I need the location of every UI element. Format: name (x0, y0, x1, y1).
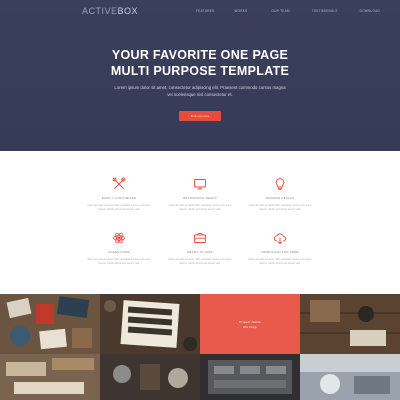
portfolio-tile[interactable] (100, 294, 200, 354)
portfolio-image (0, 294, 100, 354)
briefcase-icon (194, 233, 206, 243)
hero-subtitle: Lorem ipsum dolor sit amet, consectetur … (100, 84, 300, 98)
logo-bold-text: BOX (117, 6, 139, 16)
nav-item-our-team[interactable]: Our Team (271, 9, 289, 13)
portfolio-tile[interactable] (0, 294, 100, 354)
hero-headline: YOUR FAVORITE ONE PAGE MULTI PURPOSE TEM… (0, 47, 400, 79)
feature-title: Easily Customised (101, 196, 137, 200)
portfolio-tile[interactable] (300, 294, 400, 354)
project-category: Web Design (242, 325, 258, 329)
feature-title: Responsive Ready (183, 196, 217, 200)
feature-title: Clean Code (108, 250, 130, 254)
feature-item: Modern Design Duis sed odio sit amet nib… (245, 177, 315, 212)
feature-title: Modern Design (265, 196, 295, 200)
nav-menu: Features Works Our Team Testimonials Dow… (196, 9, 380, 13)
nav-item-features[interactable]: Features (196, 9, 214, 13)
feature-description: Duis sed odio sit amet nibh vulputate cu… (87, 204, 151, 211)
feature-description: Duis sed odio sit amet nibh vulputate cu… (248, 258, 312, 265)
hero-subtitle-line-2: vel scelerisque nisl consectetur et. (167, 92, 233, 97)
portfolio-tile[interactable] (100, 354, 200, 400)
top-navigation: ACTIVEBOX Features Works Our Team Testim… (0, 0, 400, 22)
find-out-more-button[interactable]: Find out more (179, 111, 221, 121)
portfolio-tile[interactable] (200, 354, 300, 400)
feature-title: Ready to Ship (187, 250, 213, 254)
portfolio-image (300, 294, 400, 354)
tools-icon (112, 177, 126, 189)
hero-headline-line-2: MULTI PURPOSE TEMPLATE (110, 64, 290, 78)
portfolio-tile[interactable] (0, 354, 100, 400)
feature-description: Duis sed odio sit amet nibh vulputate cu… (248, 204, 312, 211)
hero-subtitle-line-1: Lorem ipsum dolor sit amet, consectetur … (114, 85, 286, 90)
logo-light-text: ACTIVE (82, 6, 118, 16)
monitor-icon (194, 179, 206, 190)
portfolio-image (200, 354, 300, 400)
nav-item-works[interactable]: Works (234, 9, 247, 13)
feature-item: Download for Free Duis sed odio sit amet… (245, 231, 315, 266)
portfolio-image (300, 354, 400, 400)
cloud-download-icon (273, 233, 287, 244)
logo[interactable]: ACTIVEBOX (82, 6, 138, 16)
portfolio-image (100, 294, 200, 354)
portfolio-gallery: Project Name Web Design (0, 294, 400, 400)
hero-section: ACTIVEBOX Features Works Our Team Testim… (0, 0, 400, 151)
feature-item: Responsive Ready Duis sed odio sit amet … (165, 177, 235, 212)
portfolio-tile-highlighted[interactable]: Project Name Web Design (200, 294, 300, 354)
nav-item-download[interactable]: Download (360, 9, 380, 13)
feature-item: Clean Code Duis sed odio sit amet nibh v… (84, 231, 154, 266)
nav-item-testimonials[interactable]: Testimonials (312, 9, 338, 13)
lightbulb-icon (275, 178, 285, 191)
features-section: Easily Customised Duis sed odio sit amet… (0, 151, 400, 294)
portfolio-tile[interactable] (300, 354, 400, 400)
portfolio-image (100, 354, 200, 400)
feature-description: Duis sed odio sit amet nibh vulputate cu… (168, 204, 232, 211)
feature-item: Easily Customised Duis sed odio sit amet… (84, 177, 154, 212)
feature-description: Duis sed odio sit amet nibh vulputate cu… (168, 258, 232, 265)
feature-title: Download for Free (261, 250, 299, 254)
hero-headline-line-1: YOUR FAVORITE ONE PAGE (111, 48, 289, 62)
portfolio-image (0, 354, 100, 400)
feature-description: Duis sed odio sit amet nibh vulputate cu… (87, 258, 151, 265)
project-title: Project Name (239, 319, 261, 324)
feature-item: Ready to Ship Duis sed odio sit amet nib… (165, 231, 235, 266)
atom-icon (113, 232, 125, 244)
